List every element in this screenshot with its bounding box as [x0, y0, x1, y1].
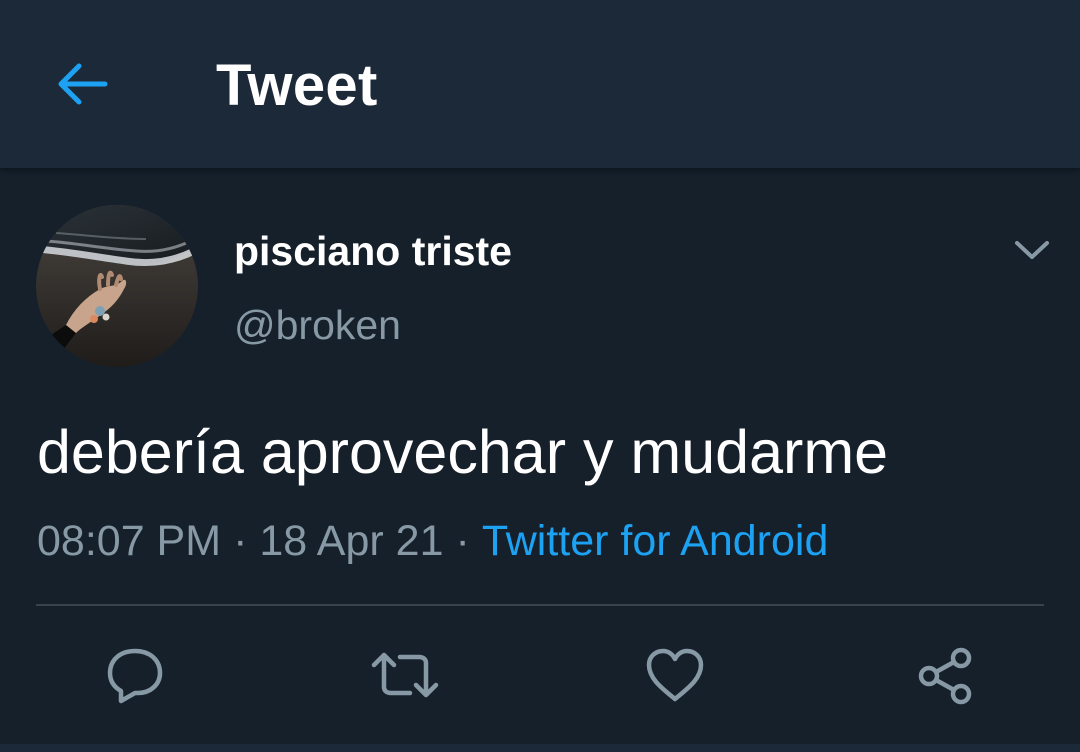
avatar-image: [36, 205, 198, 367]
tweet-source-link[interactable]: Twitter for Android: [482, 517, 829, 565]
avatar[interactable]: [36, 205, 198, 367]
back-arrow-icon: [58, 63, 108, 105]
bottom-divider: [0, 744, 1080, 752]
meta-separator: ·: [233, 517, 248, 565]
author-handle[interactable]: @broken: [234, 300, 401, 350]
retweet-button[interactable]: [370, 640, 440, 710]
retweet-icon: [371, 652, 439, 698]
meta-separator: ·: [455, 517, 470, 565]
top-app-bar: Tweet: [0, 0, 1080, 168]
share-button[interactable]: [910, 640, 980, 710]
tweet-text: debería aprovechar y mudarme: [37, 418, 889, 486]
like-button[interactable]: [640, 640, 710, 710]
chevron-down-icon: [1015, 241, 1049, 259]
tweet-time: 08:07 PM: [37, 517, 222, 565]
divider: [36, 604, 1044, 606]
reply-button[interactable]: [100, 640, 170, 710]
tweet-options-button[interactable]: [1008, 226, 1056, 274]
tweet-meta: 08:07 PM · 18 Apr 21 · Twitter for Android: [37, 515, 828, 567]
page-title: Tweet: [216, 53, 378, 118]
reply-icon: [107, 648, 163, 704]
share-icon: [918, 647, 972, 705]
back-button[interactable]: [52, 56, 112, 112]
author-display-name[interactable]: pisciano triste: [234, 226, 512, 276]
like-icon: [646, 648, 704, 702]
tweet-date: 18 Apr 21: [259, 517, 444, 565]
